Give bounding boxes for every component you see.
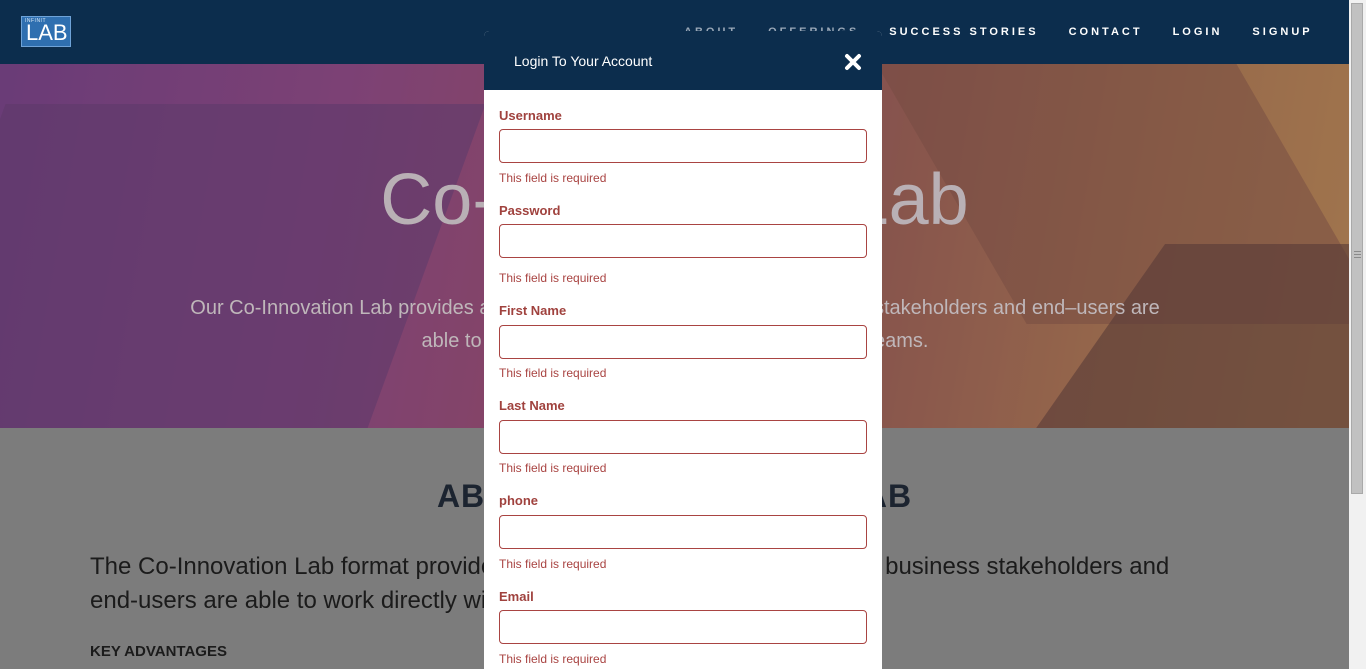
nav-success-stories[interactable]: SUCCESS STORIES [889,25,1038,39]
first-name-field[interactable] [499,325,867,359]
login-modal: Login To Your Account Username This fiel… [484,31,882,669]
last-name-label: Last Name [499,398,565,413]
lab-logo[interactable]: INFINIT LAB [21,16,71,47]
key-advantages-heading: KEY ADVANTAGES [90,643,227,660]
first-name-error: This field is required [499,366,607,380]
page-scrollbar[interactable] [1349,0,1366,669]
password-label: Password [499,203,561,218]
scrollbar-grip [1354,251,1361,260]
username-error: This field is required [499,171,607,185]
scrollbar-thumb[interactable] [1351,3,1363,494]
username-field[interactable] [499,129,867,163]
username-label: Username [499,108,562,123]
modal-header: Login To Your Account [484,31,882,90]
logo-text: LAB [26,20,68,45]
last-name-field[interactable] [499,420,867,454]
nav-contact[interactable]: CONTACT [1069,25,1143,39]
phone-error: This field is required [499,557,607,571]
password-field[interactable] [499,224,867,258]
first-name-label: First Name [499,303,567,318]
modal-title: Login To Your Account [514,53,653,69]
last-name-error: This field is required [499,461,607,475]
phone-label: phone [499,493,538,508]
close-icon [845,54,861,70]
password-error: This field is required [499,271,607,285]
email-label: Email [499,589,534,604]
email-field[interactable] [499,610,867,644]
phone-field[interactable] [499,515,867,549]
nav-login[interactable]: LOGIN [1173,25,1223,39]
nav-signup[interactable]: SIGNUP [1252,25,1312,39]
close-button[interactable] [842,51,864,73]
email-error: This field is required [499,652,607,666]
